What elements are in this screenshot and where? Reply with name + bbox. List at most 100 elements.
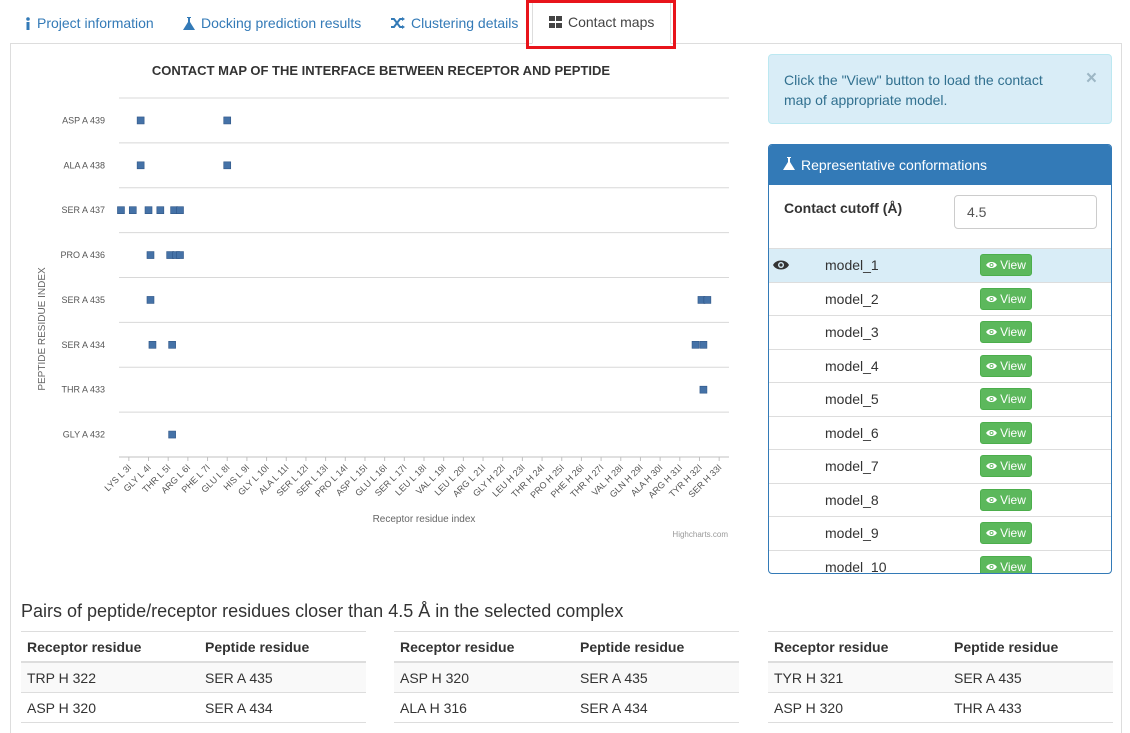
view-label: View (1000, 291, 1026, 306)
data-point[interactable] (146, 296, 155, 304)
model-row[interactable]: model_8 View (769, 484, 1111, 517)
data-point[interactable] (176, 251, 184, 259)
view-button[interactable]: View (980, 287, 1032, 310)
eye-icon (986, 396, 997, 402)
tab-clustering-details[interactable]: Clustering details (391, 10, 518, 36)
eye-icon (986, 463, 997, 469)
model-row[interactable]: model_2 View (769, 283, 1111, 316)
eye-icon (986, 329, 997, 335)
view-button[interactable]: View (980, 388, 1032, 410)
view-label: View (1000, 258, 1026, 272)
data-point[interactable] (699, 385, 708, 394)
table-row: TYR H 321 SER A 435 (768, 662, 1113, 693)
info-icon (25, 16, 31, 30)
tab-docking-prediction-results[interactable]: Docking prediction results (183, 10, 361, 36)
data-point[interactable] (703, 296, 712, 304)
model-name: model_9 (825, 525, 879, 541)
receptor-cell: ASP H 320 (768, 692, 948, 723)
x-axis-labels: LYS L 3IGLY L 4ITHR L 5IARG L 6IPHE L 7I… (102, 457, 724, 500)
view-button[interactable]: View (980, 321, 1032, 343)
data-point[interactable] (144, 206, 153, 214)
data-point[interactable] (146, 251, 155, 259)
model-row[interactable]: model_1 View (769, 249, 1111, 283)
data-point[interactable] (148, 341, 157, 349)
data-point[interactable] (128, 206, 137, 214)
model-row[interactable]: model_3 View (769, 316, 1111, 350)
tab-label: Clustering details (411, 15, 519, 31)
data-point[interactable] (691, 341, 700, 349)
chart-credit[interactable]: Highcharts.com (672, 530, 728, 539)
view-button[interactable]: View (980, 455, 1032, 477)
data-point[interactable] (699, 341, 708, 349)
data-point[interactable] (136, 161, 145, 170)
model-name: model_10 (825, 558, 887, 574)
y-tick-label: SER A 434 (61, 340, 105, 350)
peptide-cell: SER A 434 (574, 692, 739, 723)
y-axis-title: PEPTIDE RESIDUE INDEX (37, 267, 48, 391)
model-name: model_1 (825, 257, 879, 273)
view-button[interactable]: View (980, 522, 1032, 544)
tab-label: Docking prediction results (201, 15, 362, 31)
column-header: Peptide residue (199, 631, 366, 663)
eye-icon (986, 295, 997, 302)
eye-icon (986, 429, 997, 436)
eye-icon (986, 362, 997, 369)
data-point[interactable] (136, 116, 145, 125)
eye-icon (986, 496, 997, 503)
view-label: View (1000, 325, 1026, 339)
view-button[interactable]: View (980, 488, 1032, 511)
eye-icon (986, 563, 997, 570)
view-label: View (1000, 392, 1026, 406)
y-axis-labels: GLY A 432 THR A 433 SER A 434 SER A 435 PRO … (60, 115, 105, 439)
pairs-table-1: Receptor residue Peptide residue TRP H 3… (21, 631, 366, 723)
receptor-cell: ALA H 316 (394, 692, 574, 723)
random-icon (391, 17, 405, 29)
model-row[interactable]: model_4 View (769, 350, 1111, 383)
pairs-table-2: Receptor residue Peptide residue ASP H 3… (394, 631, 739, 723)
column-header: Peptide residue (948, 631, 1113, 663)
model-row[interactable]: model_5 View (769, 383, 1111, 417)
chart-title: CONTACT MAP OF THE INTERFACE BETWEEN REC… (152, 63, 610, 78)
peptide-cell: SER A 434 (199, 692, 366, 723)
receptor-cell: TYR H 321 (768, 662, 948, 693)
y-tick-label: GLY A 432 (63, 430, 105, 440)
panel-header: Representative conformations (769, 145, 1111, 185)
tab-bar: Project information Docking prediction r… (0, 0, 1130, 49)
peptide-cell: THR A 433 (948, 692, 1113, 723)
peptide-cell: SER A 435 (199, 662, 366, 693)
view-button[interactable]: View (980, 254, 1032, 276)
data-point[interactable] (223, 161, 232, 170)
view-label: View (1000, 526, 1026, 540)
y-tick-label: PRO A 436 (60, 250, 105, 260)
data-point[interactable] (223, 116, 232, 125)
table-row: ASP H 320 SER A 435 (394, 662, 739, 693)
view-label: View (1000, 358, 1026, 373)
cutoff-row: Contact cutoff (Å) (769, 185, 1111, 249)
cutoff-label: Contact cutoff (Å) (784, 200, 903, 216)
data-point[interactable] (156, 206, 165, 214)
data-point[interactable] (176, 206, 184, 214)
model-row[interactable]: model_7 View (769, 450, 1111, 484)
view-button[interactable]: View (980, 354, 1032, 377)
model-row[interactable]: model_6 View (769, 417, 1111, 450)
y-tick-label: ASP A 439 (62, 115, 105, 125)
tab-project-information[interactable]: Project information (25, 10, 154, 36)
view-button[interactable]: View (980, 555, 1032, 573)
contact-map-chart: CONTACT MAP OF THE INTERFACE BETWEEN REC… (20, 52, 745, 552)
flask-icon (183, 16, 195, 30)
cutoff-input[interactable] (954, 195, 1097, 229)
data-point[interactable] (168, 341, 176, 349)
receptor-cell: ASP H 320 (394, 662, 574, 693)
data-point[interactable] (168, 430, 176, 439)
column-header: Peptide residue (574, 631, 739, 663)
flask-icon (783, 157, 795, 173)
close-icon[interactable]: × (1086, 69, 1097, 89)
model-row[interactable]: model_9 View (769, 517, 1111, 551)
view-label: View (1000, 459, 1026, 473)
data-point[interactable] (117, 206, 125, 214)
alert-text: Click the "View" button to load the cont… (784, 72, 1043, 108)
model-name: model_6 (825, 424, 879, 441)
model-row[interactable]: model_10 View (769, 551, 1111, 574)
contact-map-svg: CONTACT MAP OF THE INTERFACE BETWEEN REC… (37, 63, 729, 539)
view-button[interactable]: View (980, 421, 1032, 444)
